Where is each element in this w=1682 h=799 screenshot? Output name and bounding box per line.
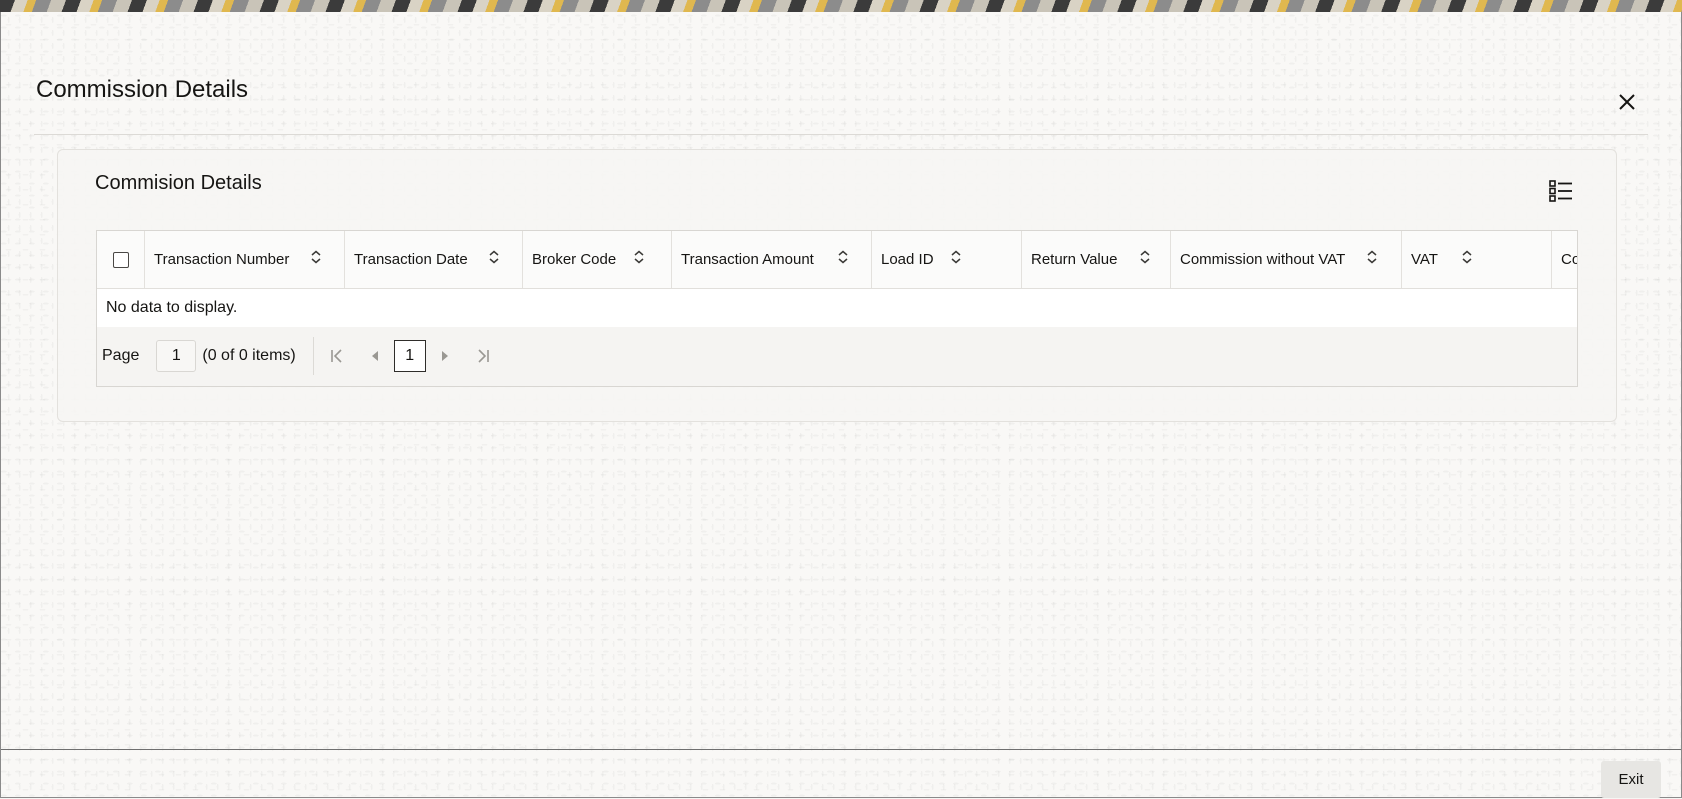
first-page-icon: [330, 349, 342, 363]
next-page-button[interactable]: [432, 341, 458, 371]
previous-page-button[interactable]: [362, 341, 388, 371]
window-title: Commission Details: [36, 76, 249, 103]
footer-divider: [1, 749, 1681, 750]
column-list-icon: [1549, 180, 1572, 202]
commission-details-window: Commission Details Commision Details Tra…: [0, 12, 1682, 798]
column-header-return-value[interactable]: Return Value: [1022, 231, 1171, 288]
last-page-icon: [478, 349, 489, 363]
column-settings-button[interactable]: [1546, 176, 1576, 206]
commission-details-panel: Commision Details Transaction Number Tra…: [57, 149, 1617, 422]
sort-icon: [489, 250, 499, 264]
sort-icon: [1367, 250, 1377, 264]
column-label: Broker Code: [532, 251, 617, 268]
select-all-cell: [97, 231, 145, 288]
sort-icon: [311, 250, 321, 264]
sort-icon: [1140, 250, 1150, 264]
column-header-vat[interactable]: VAT: [1402, 231, 1552, 288]
pagination-bar: Page 1 (0 of 0 items) 1: [97, 327, 1577, 385]
sort-icon: [1462, 250, 1472, 264]
column-label: VAT: [1411, 251, 1438, 268]
top-banner-strip: [0, 0, 1682, 12]
empty-table-message: No data to display.: [97, 289, 1577, 327]
page-label: Page: [102, 347, 140, 364]
last-page-button[interactable]: [470, 341, 496, 371]
table-header: Transaction Number Transaction Date Brok…: [97, 231, 1577, 289]
column-header-truncated[interactable]: Co: [1552, 231, 1577, 288]
sort-icon: [838, 250, 848, 264]
column-label: Load ID: [881, 251, 934, 268]
exit-button[interactable]: Exit: [1601, 761, 1661, 798]
column-header-broker-code[interactable]: Broker Code: [523, 231, 672, 288]
column-header-load-id[interactable]: Load ID: [872, 231, 1022, 288]
first-page-button[interactable]: [324, 341, 350, 371]
header-divider: [34, 134, 1648, 135]
column-label: Transaction Amount: [681, 251, 814, 268]
column-label: Co: [1561, 251, 1577, 268]
next-page-icon: [441, 351, 448, 361]
column-label: Transaction Date: [354, 251, 468, 268]
close-button[interactable]: [1613, 88, 1641, 116]
previous-page-icon: [371, 351, 378, 361]
sort-icon: [951, 250, 961, 264]
column-header-commission-without-vat[interactable]: Commission without VAT: [1171, 231, 1402, 288]
column-header-transaction-number[interactable]: Transaction Number: [145, 231, 345, 288]
column-label: Return Value: [1031, 251, 1118, 268]
pager-divider: [312, 337, 314, 375]
current-page-button[interactable]: 1: [393, 340, 426, 372]
close-icon: [1619, 94, 1635, 110]
page-number-input[interactable]: 1: [156, 340, 197, 372]
select-all-checkbox[interactable]: [112, 251, 129, 268]
commission-table: Transaction Number Transaction Date Brok…: [96, 230, 1578, 387]
column-header-transaction-amount[interactable]: Transaction Amount: [672, 231, 872, 288]
column-header-transaction-date[interactable]: Transaction Date: [345, 231, 523, 288]
sort-icon: [634, 250, 644, 264]
panel-title: Commision Details: [95, 172, 262, 194]
column-label: Commission without VAT: [1180, 251, 1346, 268]
column-label: Transaction Number: [154, 251, 290, 268]
items-summary: (0 of 0 items): [202, 347, 296, 364]
